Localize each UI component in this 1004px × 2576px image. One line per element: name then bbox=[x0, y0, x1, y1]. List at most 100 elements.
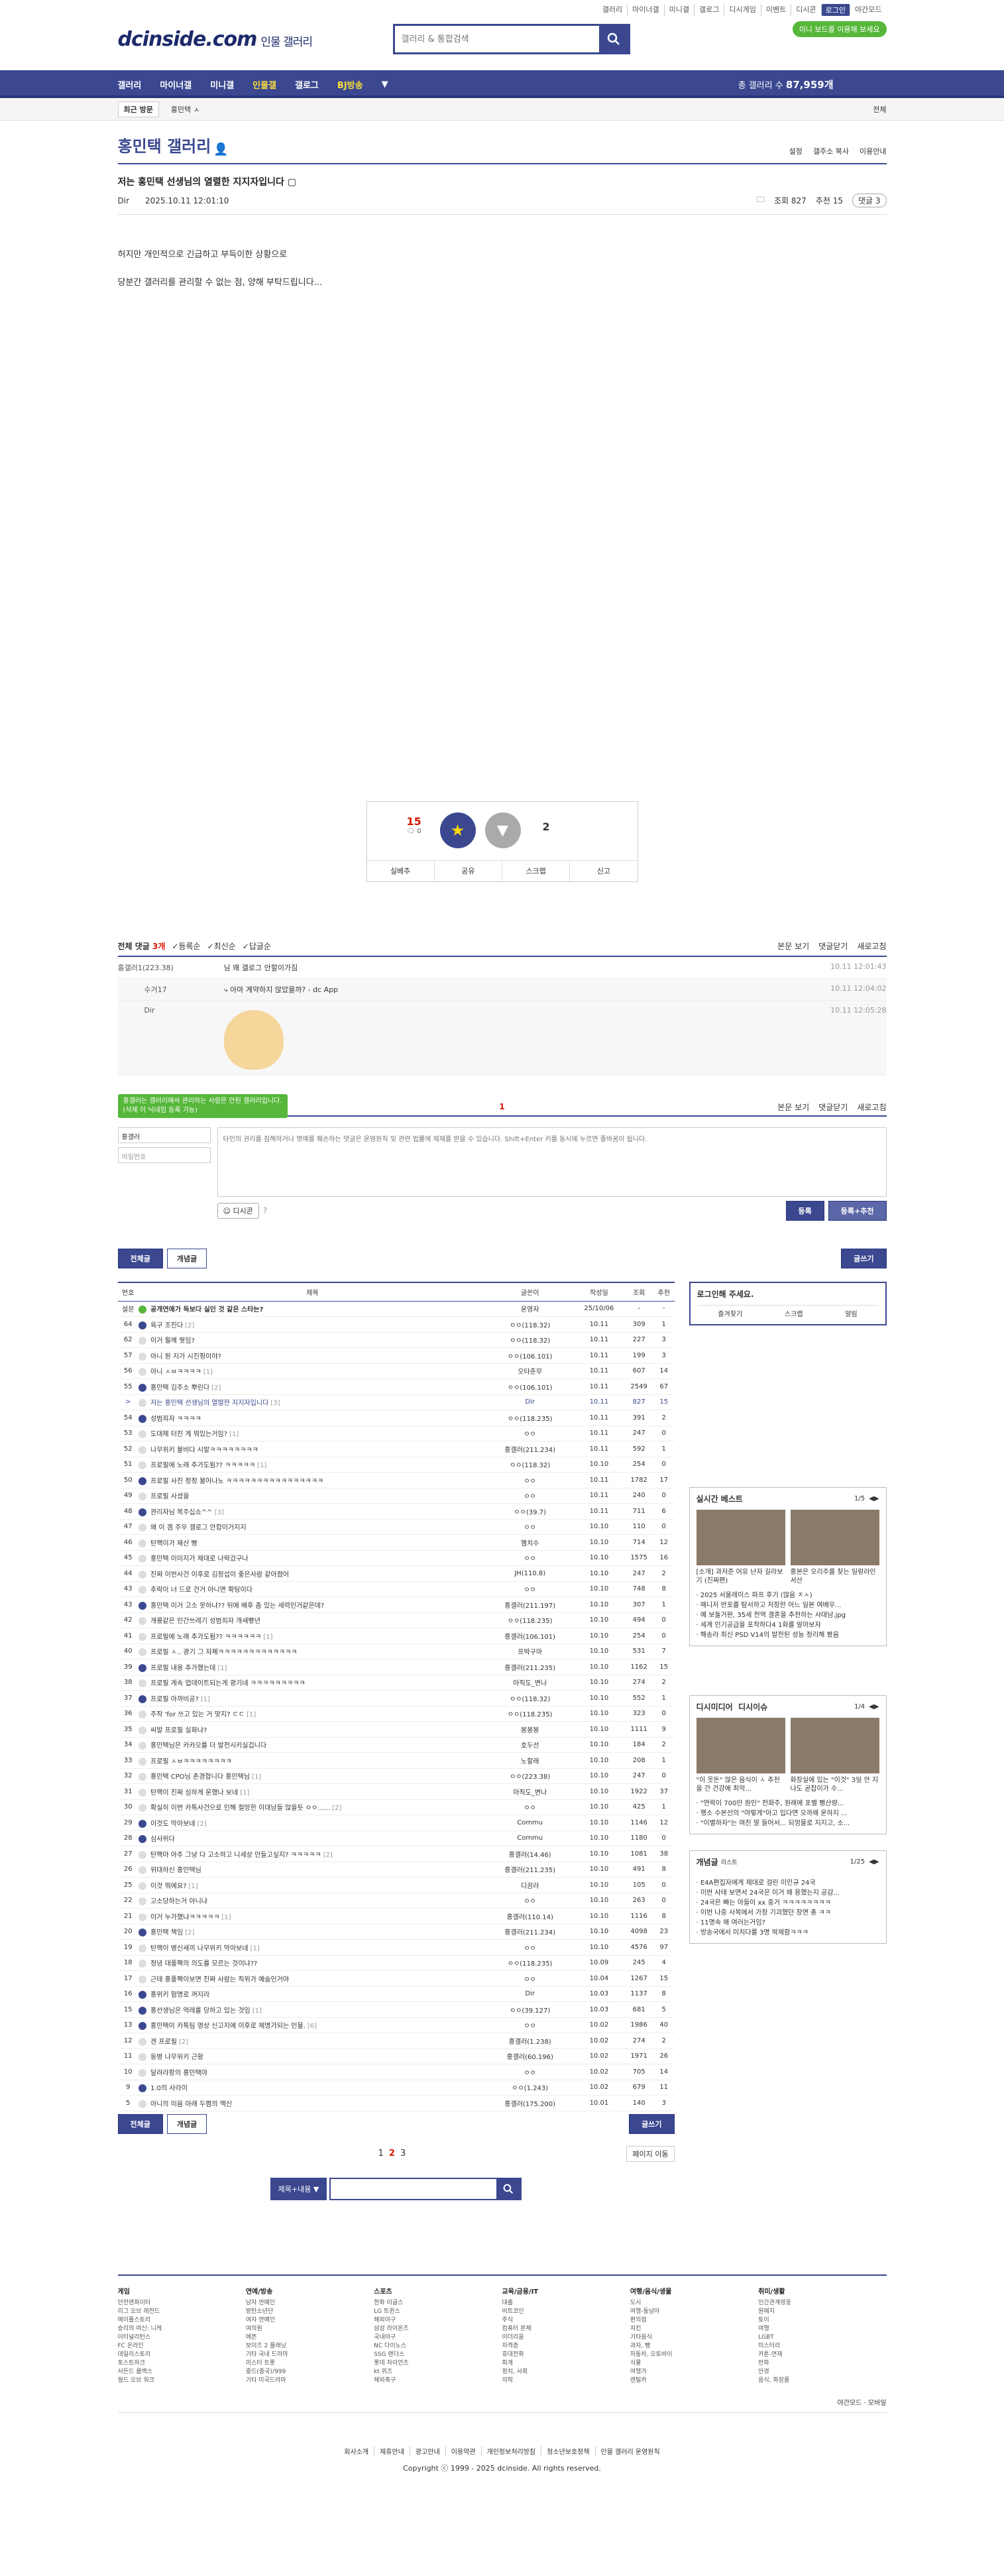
row-writer[interactable]: 오타춘무 bbox=[486, 1363, 574, 1379]
footer-bottom-link[interactable]: 광고안내 bbox=[410, 2445, 446, 2456]
row-title[interactable]: 공개연애가 득보다 실인 것 같은 스타는? bbox=[139, 1301, 486, 1317]
gnb-item[interactable]: 갤로그 bbox=[295, 81, 319, 91]
gallery-option[interactable]: 이용안내 bbox=[860, 146, 886, 156]
row-title-text[interactable]: 프로필 사진 정정 불어나노 ㅋㅋㅋㅋㅋㅋㅋㅋㅋㅋㅋㅋㅋㅋㅋㅋ bbox=[150, 1478, 323, 1485]
sidebar-list-item[interactable]: · 11명속 왜 여러는거임? bbox=[697, 1918, 879, 1928]
upvote-button[interactable]: ★ bbox=[439, 812, 476, 848]
comment-sort-option[interactable]: ✓답글순 bbox=[243, 940, 271, 952]
row-comment-count[interactable]: [2] bbox=[185, 1322, 194, 1329]
row-title[interactable]: 이것 뭐에요? [1] bbox=[139, 1877, 486, 1893]
util-nav-item[interactable]: 야간모드 bbox=[850, 4, 886, 16]
gnb-item[interactable]: 갤러리 bbox=[118, 81, 142, 91]
row-title[interactable]: 탄핵이 병신새끼 나무위키 막아보네 [1] bbox=[139, 1939, 486, 1956]
row-comment-count[interactable]: [3] bbox=[215, 1509, 224, 1516]
row-writer[interactable]: ㅇㅇ(118.235) bbox=[486, 1706, 574, 1722]
row-comment-count[interactable]: [1] bbox=[263, 1634, 272, 1641]
row-comment-count[interactable]: [1] bbox=[203, 1369, 213, 1376]
row-title-text[interactable]: 1.0의 사라이 bbox=[150, 2085, 188, 2092]
concept-title[interactable]: 개념글 bbox=[697, 1856, 718, 1868]
footer-link[interactable]: 컴퓨터 본체 bbox=[502, 2325, 630, 2333]
row-title[interactable]: 홍민택이 카톡팀 영상 신고지에 이후로 제명가되는 인물. [6] bbox=[139, 2017, 486, 2033]
footer-link[interactable]: 여행-동남아 bbox=[630, 2308, 758, 2316]
table-row[interactable]: 16 홍위키 험명로 꺼지라 Dir 10.03 1137 8 bbox=[117, 1986, 675, 2002]
comment-header-action[interactable]: 새로고침 bbox=[857, 940, 886, 952]
footer-link[interactable]: 기타 미국드라마 bbox=[246, 2377, 374, 2385]
row-title[interactable]: 아니의 미음 아래 두쩜의 맥신 bbox=[139, 2095, 486, 2111]
table-row[interactable]: 39 프로필 내용 추가했는데 [1] 홍갤러(211.235) 10.10 1162 15 bbox=[117, 1659, 675, 1675]
row-title[interactable]: 아니 뭔 지가 시진핑이야? bbox=[139, 1347, 486, 1364]
recent-visit-item[interactable]: 홍민택 ㅅ bbox=[171, 104, 200, 115]
row-title[interactable]: 홍민택 CPO님 존경합니다 홍민택님 [1] bbox=[139, 1768, 486, 1784]
table-row[interactable]: 41 프로필에 노래 추가도됨?? ㅋㅋㅋㅋㅋㅋ [1] 홍갤러(106.101) 10… bbox=[117, 1628, 675, 1644]
row-writer[interactable]: ㅇㅇ bbox=[486, 1519, 574, 1535]
row-writer[interactable]: Commu bbox=[486, 1815, 574, 1831]
table-row[interactable]: 11 동병 나무위키 근황 홍갤러(60.196) 10.02 1971 26 bbox=[117, 2048, 675, 2064]
row-title-text[interactable]: 홍민택 김주소 뿌린다 bbox=[150, 1384, 209, 1392]
footer-link[interactable]: 렌털카 bbox=[630, 2377, 758, 2385]
row-title-text[interactable]: 고소당하는거 아니냐 bbox=[150, 1898, 207, 1905]
comment-page-number[interactable]: 1 bbox=[499, 1102, 504, 1111]
row-writer[interactable]: ㅇㅇ(106.101) bbox=[486, 1347, 574, 1364]
row-writer[interactable]: 홍갤러(211.234) bbox=[486, 1441, 574, 1457]
row-title-text[interactable]: 씨발 프로필 실화냐? bbox=[150, 1727, 207, 1734]
table-row[interactable]: 27 탄핵아 아주 그냥 다 고소하고 니세상 만들고싶지? ㅋㅋㅋㅋㅋ [2] 홍갤… bbox=[117, 1846, 675, 1862]
footer-link[interactable]: 기타음식 bbox=[630, 2333, 758, 2342]
table-row[interactable]: 12 겐 프로필 [2] 홍갤러(1.238) 10.02 274 2 bbox=[117, 2033, 675, 2049]
table-row[interactable]: 54 성범죄자 ㅋㅋㅋㅋ ㅇㅇ(118.235) 10.11 391 2 bbox=[117, 1410, 675, 1426]
thumb-caption[interactable]: [소개] 과저준 어유 난자 길라보기 (진짜편) bbox=[697, 1568, 785, 1585]
footer-link[interactable]: 음식, 화장품 bbox=[758, 2377, 886, 2385]
table-row[interactable]: 37 프로필 아까비공? [1] ㅇㅇ(118.32) 10.10 552 1 bbox=[117, 1690, 675, 1707]
row-comment-count[interactable]: [3] bbox=[270, 1400, 280, 1407]
util-nav-item[interactable]: 갤러리 bbox=[598, 4, 628, 16]
row-writer[interactable]: 봉봉봉 bbox=[486, 1721, 574, 1738]
row-title[interactable]: 이거 뭘께 뭣임? bbox=[139, 1332, 486, 1348]
footer-link[interactable]: 의학 bbox=[502, 2377, 630, 2385]
row-title-text[interactable]: 프로필 내용 추가했는데 bbox=[150, 1665, 215, 1672]
row-title[interactable]: 홍민택 이미지가 제대로 나락갔구나 bbox=[139, 1550, 486, 1566]
recent-visit-all[interactable]: 전체 bbox=[873, 104, 886, 115]
dcissue-title[interactable]: 디시이슈 bbox=[738, 1701, 767, 1712]
footer-link[interactable]: 서든드 롭백스 bbox=[118, 2368, 246, 2377]
footer-link[interactable]: 원예지 bbox=[758, 2308, 886, 2316]
row-title-text[interactable]: 홍민택 이미지가 제대로 나락갔구나 bbox=[150, 1555, 249, 1563]
sidebar-list-item[interactable]: · E4A편집자에게 제대로 걸린 이민규 24국 bbox=[697, 1878, 879, 1888]
row-writer[interactable]: ㅇㅇ(118.235) bbox=[486, 1612, 574, 1628]
all-posts-button[interactable]: 전체글 bbox=[117, 1249, 163, 1268]
footer-link[interactable]: 여자 연예인 bbox=[246, 2316, 374, 2325]
comment-submit-recommend-button[interactable]: 등록+추천 bbox=[828, 1201, 887, 1221]
util-nav-item[interactable]: 미니갤 bbox=[665, 4, 695, 16]
row-title-text[interactable]: 탄핵아 아주 그냥 다 고소하고 니세상 만들고싶지? ㅋㅋㅋㅋㅋ bbox=[150, 1852, 321, 1859]
row-title[interactable]: 도대체 터진 게 뭐있는거임? [1] bbox=[139, 1426, 486, 1441]
gnb-item[interactable]: 미니갤 bbox=[210, 81, 234, 91]
util-nav-item[interactable]: 디시콘 bbox=[791, 4, 822, 16]
table-row[interactable]: 9 1.0의 사라이 ㅇㅇ(1.243) 10.02 679 11 bbox=[117, 2080, 675, 2096]
table-row[interactable]: 설문 공개연애가 득보다 실인 것 같은 스타는? 운영자 25/10/06- - bbox=[117, 1301, 675, 1317]
row-comment-count[interactable]: [1] bbox=[247, 1711, 256, 1718]
footer-link[interactable]: 과자, 빵 bbox=[630, 2342, 758, 2351]
row-title[interactable]: 홍민택 책임 [2] bbox=[139, 1924, 486, 1940]
row-writer[interactable]: ㅇㅇ(106.101) bbox=[486, 1378, 574, 1395]
concept-posts-button[interactable]: 개념글 bbox=[166, 1249, 207, 1268]
footer-link[interactable]: 에픈 bbox=[246, 2333, 374, 2342]
sidebar-list-item[interactable]: · "이별하자"는 여친 말 들어서... 되엉물로 지지고, 소... bbox=[697, 1819, 879, 1828]
footer-link[interactable]: 해외야구 bbox=[374, 2316, 502, 2325]
thumb-caption[interactable]: 화장실에 있는 "이것" 3일 안 지나도 곧잡이가 수... bbox=[791, 1776, 879, 1793]
row-title-text[interactable]: 육구 조진다 bbox=[150, 1322, 183, 1329]
footer-link[interactable]: SSG 랜더스 bbox=[374, 2351, 502, 2359]
row-comment-count[interactable]: [1] bbox=[252, 1773, 261, 1781]
footer-link[interactable]: 여행 bbox=[758, 2325, 886, 2333]
footer-link[interactable]: 여의원 bbox=[246, 2325, 374, 2333]
footer-link[interactable]: 회계 bbox=[502, 2359, 630, 2368]
table-row[interactable]: 21 이거 누가했냐ㅋㅋㅋㅋㅋ [1] 홍갤러(110.14) 10.10 1116 8 bbox=[117, 1908, 675, 1925]
footer-link[interactable]: 포스트하크 bbox=[118, 2359, 246, 2368]
row-title-text[interactable]: 프로필에 노래 추가도됨?? ㅋㅋㅋㅋㅋㅋ bbox=[150, 1634, 261, 1641]
row-writer[interactable]: ㅇㅇ(223.38) bbox=[486, 1768, 574, 1784]
footer-link[interactable]: 롯데 자이언츠 bbox=[374, 2359, 502, 2368]
footer-link[interactable]: 던전앤파이터 bbox=[118, 2299, 246, 2308]
bottom-search-input[interactable] bbox=[331, 2178, 497, 2199]
util-nav-item[interactable]: 로그인 bbox=[821, 4, 851, 16]
sidebar-list-item[interactable]: · 이번 나중 사복에서 가장 기괴했던 장면 총 ㅋㅋ bbox=[697, 1908, 879, 1918]
table-row[interactable]: 32 홍민택 CPO님 존경합니다 홍민택님 [1] ㅇㅇ(223.38) 10.10 2… bbox=[117, 1768, 675, 1784]
row-writer[interactable]: ㅇㅇ bbox=[486, 2064, 574, 2080]
row-writer[interactable]: ㅇㅇ(118.32) bbox=[486, 1457, 574, 1473]
